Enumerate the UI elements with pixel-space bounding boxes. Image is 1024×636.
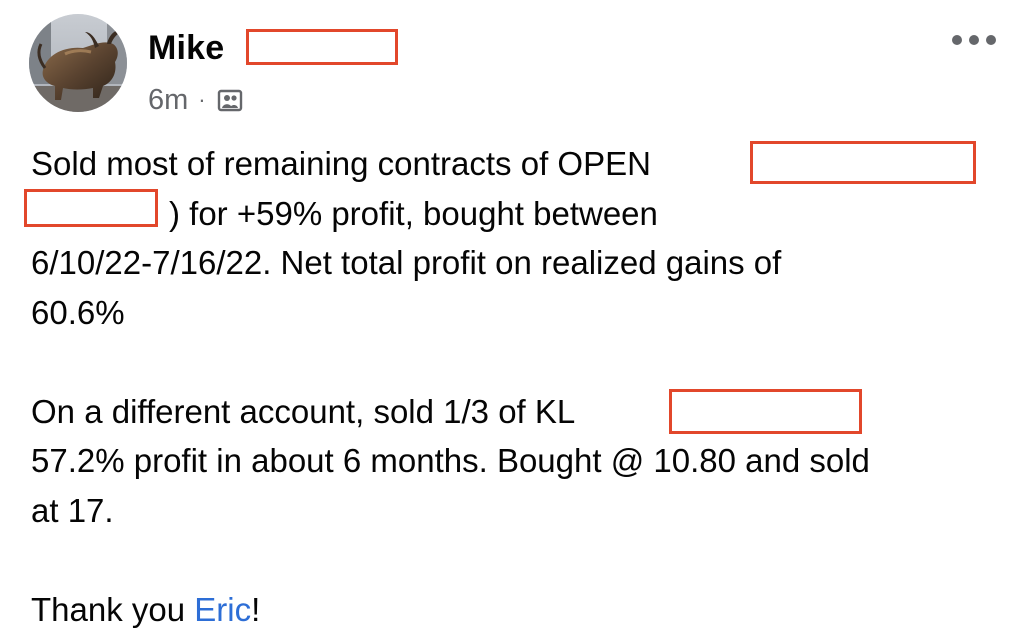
post-body: Sold most of remaining contracts of OPEN… xyxy=(31,139,1006,634)
post-line: ) for +59% profit, bought between xyxy=(31,189,1006,239)
meta-separator: · xyxy=(198,87,206,112)
redacted-ticker-details xyxy=(750,141,976,184)
post-meta: 6m · xyxy=(148,82,244,118)
more-options-button[interactable] xyxy=(948,24,1000,56)
post-text: ! xyxy=(251,590,261,628)
post-text: On a different account, sold 1/3 of KL xyxy=(31,392,584,430)
post-text: Thank you xyxy=(31,590,195,628)
post-text: Sold most of remaining contracts of OPEN xyxy=(31,145,651,182)
photo-audience-icon[interactable] xyxy=(216,86,244,114)
redacted-ticker-details-continued xyxy=(24,189,158,227)
post-line: at 17. xyxy=(31,491,114,529)
post-line: 57.2% profit in about 6 months. Bought @… xyxy=(31,442,870,479)
mention-link[interactable]: Eric xyxy=(194,591,251,628)
redacted-kl-contract xyxy=(669,389,862,434)
more-horizontal-icon xyxy=(952,35,996,45)
author-name[interactable]: Mike xyxy=(148,28,224,68)
bull-statue-image xyxy=(29,14,127,112)
post-line: 60.6% xyxy=(31,293,125,331)
redacted-author-surname xyxy=(246,29,398,65)
author-avatar[interactable] xyxy=(29,14,127,112)
post-text: ) for +59% profit, bought between xyxy=(169,194,658,232)
post-line: 6/10/22-7/16/22. Net total profit on rea… xyxy=(31,244,782,281)
post-timestamp[interactable]: 6m xyxy=(148,84,188,117)
post-line: Thank you Eric! xyxy=(31,585,1006,635)
